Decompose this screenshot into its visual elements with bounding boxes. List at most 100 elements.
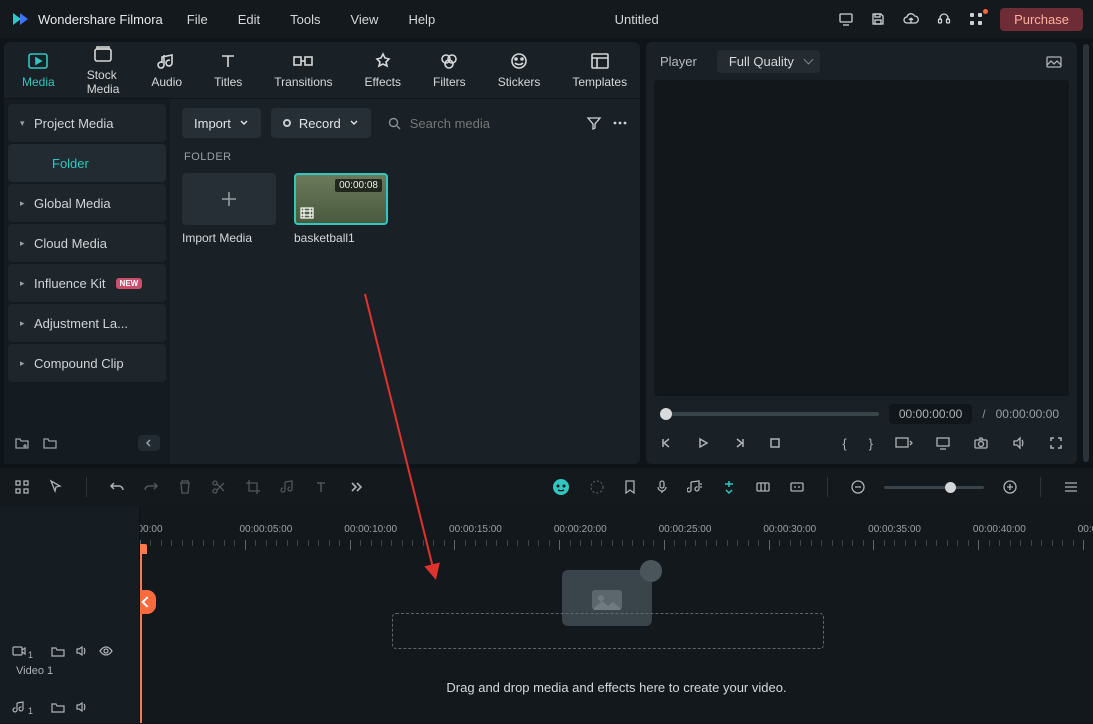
zoom-out-icon[interactable]	[850, 479, 866, 495]
next-frame-icon[interactable]	[732, 436, 746, 450]
current-time: 00:00:00:00	[889, 404, 972, 424]
undo-icon[interactable]	[109, 479, 125, 495]
project-title: Untitled	[435, 12, 838, 27]
sidebar-item-cloud-media[interactable]: ▸Cloud Media	[8, 224, 166, 262]
media-clip-basketball1[interactable]: 00:00:08 basketball1	[294, 173, 388, 245]
drop-hint-text: Drag and drop media and effects here to …	[140, 680, 1093, 695]
player-viewport[interactable]	[654, 80, 1069, 396]
video-type-icon	[300, 207, 314, 219]
aspect-dropdown-icon[interactable]	[895, 436, 913, 450]
track-view-icon[interactable]	[1063, 479, 1079, 495]
delete-icon[interactable]	[177, 479, 193, 495]
magnet-icon[interactable]	[721, 479, 737, 495]
apps-grid-icon[interactable]	[14, 479, 30, 495]
snapshot-icon[interactable]	[1045, 53, 1063, 69]
filter-icon[interactable]	[586, 115, 602, 131]
more-icon[interactable]	[612, 115, 628, 131]
scrollbar[interactable]	[1083, 44, 1089, 462]
import-media-card[interactable]: Import Media	[182, 173, 276, 245]
tab-titles[interactable]: Titles	[214, 51, 242, 89]
ruler-label: 00:00:45:00	[1078, 524, 1093, 535]
menu-tools[interactable]: Tools	[290, 12, 320, 27]
volume-icon[interactable]	[1011, 436, 1027, 450]
redo-icon[interactable]	[143, 479, 159, 495]
text-tool-icon[interactable]	[313, 479, 329, 495]
app-name: Wondershare Filmora	[38, 12, 163, 27]
section-title: FOLDER	[182, 147, 628, 173]
player-tab-label[interactable]: Player	[660, 54, 697, 69]
track-visible-icon[interactable]	[99, 645, 113, 657]
sidebar-item-global-media[interactable]: ▸Global Media	[8, 184, 166, 222]
cloud-icon[interactable]	[902, 11, 920, 27]
sidebar-item-folder[interactable]: Folder	[8, 144, 166, 182]
sidebar-item-project-media[interactable]: ▾Project Media	[8, 104, 166, 142]
trim-handle[interactable]	[138, 590, 156, 614]
clip-duration-badge: 00:00:08	[335, 179, 382, 192]
audio-folder-icon[interactable]	[51, 701, 65, 713]
folder-icon[interactable]	[42, 435, 58, 451]
zoom-in-icon[interactable]	[1002, 479, 1018, 495]
audio-tool-icon[interactable]	[279, 479, 295, 495]
timeline-ruler[interactable]: 00:0000:00:05:0000:00:10:0000:00:15:0000…	[140, 524, 1093, 554]
tab-transitions[interactable]: Transitions	[274, 51, 332, 89]
audio-mute-icon[interactable]	[75, 701, 89, 713]
display-icon[interactable]	[935, 436, 951, 450]
timeline-toolbar	[0, 468, 1093, 506]
zoom-slider[interactable]	[884, 486, 984, 489]
color-tool-icon[interactable]	[589, 479, 605, 495]
save-icon[interactable]	[870, 11, 886, 27]
record-dropdown[interactable]: Record	[271, 108, 371, 138]
fullscreen-icon[interactable]	[1049, 436, 1063, 450]
add-media-icon[interactable]: +	[640, 560, 662, 582]
menu-file[interactable]: File	[187, 12, 208, 27]
menu-view[interactable]: View	[350, 12, 378, 27]
quality-dropdown[interactable]: Full Quality	[717, 50, 820, 73]
media-sidebar: ▾Project Media Folder ▸Global Media ▸Clo…	[4, 99, 170, 464]
mic-icon[interactable]	[655, 479, 669, 495]
tab-effects[interactable]: Effects	[365, 51, 401, 89]
app-logo	[10, 8, 32, 30]
progress-slider[interactable]	[660, 412, 879, 416]
tab-templates[interactable]: Templates	[572, 51, 627, 89]
camera-icon[interactable]	[973, 436, 989, 450]
ai-assistant-icon[interactable]	[551, 477, 571, 497]
sidebar-item-influence-kit[interactable]: ▸Influence KitNEW	[8, 264, 166, 302]
audio-mixer-icon[interactable]	[687, 479, 703, 495]
sidebar-item-compound-clip[interactable]: ▸Compound Clip	[8, 344, 166, 382]
tab-filters[interactable]: Filters	[433, 51, 466, 89]
support-icon[interactable]	[936, 11, 952, 27]
keyframe-icon[interactable]	[755, 479, 771, 495]
timeline[interactable]: 00:0000:00:05:0000:00:10:0000:00:15:0000…	[0, 506, 1093, 723]
caption-icon[interactable]	[789, 479, 805, 495]
new-folder-icon[interactable]	[14, 435, 30, 451]
drop-zone[interactable]	[392, 613, 824, 649]
crop-icon[interactable]	[245, 479, 261, 495]
play-icon[interactable]	[696, 436, 710, 450]
mark-out-icon[interactable]: }	[869, 436, 873, 451]
audio-track-header[interactable]: 1	[0, 690, 101, 724]
apps-icon[interactable]	[968, 11, 984, 27]
collapse-sidebar-icon[interactable]	[138, 435, 160, 451]
menu-help[interactable]: Help	[408, 12, 435, 27]
media-panel: Media Stock Media Audio Titles Transitio…	[4, 42, 640, 464]
tab-stock-media[interactable]: Stock Media	[87, 44, 120, 96]
ruler-label: 00:00:30:00	[763, 524, 816, 535]
split-icon[interactable]	[211, 479, 227, 495]
import-dropdown[interactable]: Import	[182, 108, 261, 138]
stop-icon[interactable]	[768, 436, 782, 450]
select-tool-icon[interactable]	[48, 479, 64, 495]
mark-in-icon[interactable]: {	[842, 436, 846, 451]
tab-media[interactable]: Media	[22, 51, 55, 89]
playhead[interactable]	[140, 552, 142, 723]
prev-frame-icon[interactable]	[660, 436, 674, 450]
tab-stickers[interactable]: Stickers	[498, 51, 541, 89]
screen-icon[interactable]	[838, 11, 854, 27]
more-tools-icon[interactable]	[347, 479, 363, 495]
sidebar-item-adjustment-layer[interactable]: ▸Adjustment La...	[8, 304, 166, 342]
tab-audio[interactable]: Audio	[151, 51, 182, 89]
purchase-button[interactable]: Purchase	[1000, 8, 1083, 31]
search-input[interactable]	[410, 116, 550, 131]
menu-edit[interactable]: Edit	[238, 12, 260, 27]
track-mute-icon[interactable]	[75, 645, 89, 657]
marker-icon[interactable]	[623, 479, 637, 495]
